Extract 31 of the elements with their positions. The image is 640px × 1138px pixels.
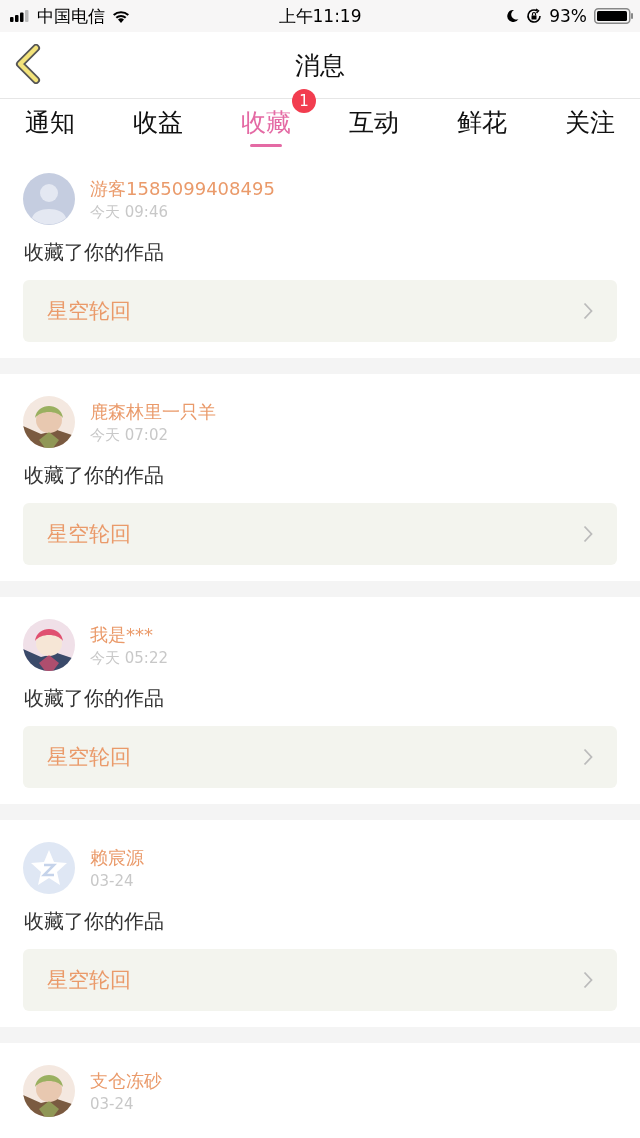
battery-icon <box>594 8 634 24</box>
carrier-name: 中国电信 <box>37 4 105 28</box>
star-avatar-icon <box>23 842 75 894</box>
back-chevron-icon <box>14 44 42 84</box>
tab[interactable]: 收益 <box>133 99 183 151</box>
tab[interactable]: 鲜花 <box>457 99 507 151</box>
message-text: 收藏了你的作品 <box>24 685 165 712</box>
chevron-right-icon <box>583 971 593 989</box>
message-text: 收藏了你的作品 <box>24 462 165 489</box>
message-text: 收藏了你的作品 <box>24 239 165 266</box>
user-name: 鹿森林里一只羊 <box>90 399 216 424</box>
rotation-lock-icon <box>526 8 543 24</box>
chevron-right-icon <box>583 302 593 320</box>
page-title: 消息 <box>295 49 345 82</box>
battery-percent: 93% <box>549 6 587 26</box>
user-name: 支仓冻砂 <box>90 1069 162 1093</box>
message-text: 收藏了你的作品 <box>24 908 165 935</box>
user-name: 游客1585099408495 <box>90 176 275 201</box>
tab[interactable]: 通知 <box>25 99 75 151</box>
moon-icon <box>506 9 520 23</box>
tab[interactable]: 关注 <box>565 99 615 151</box>
default-avatar-icon <box>23 173 75 225</box>
tab[interactable]: 互动 <box>349 99 399 151</box>
chevron-right-icon <box>583 525 593 543</box>
user-name: 赖宸源 <box>90 846 144 870</box>
clock-time: 上午11:19 <box>278 4 362 28</box>
wifi-icon <box>112 9 130 23</box>
user-name: 我是*** <box>90 622 154 647</box>
count-badge: 1 <box>292 89 316 113</box>
chevron-right-icon <box>583 748 593 766</box>
signal-icon <box>10 10 30 22</box>
